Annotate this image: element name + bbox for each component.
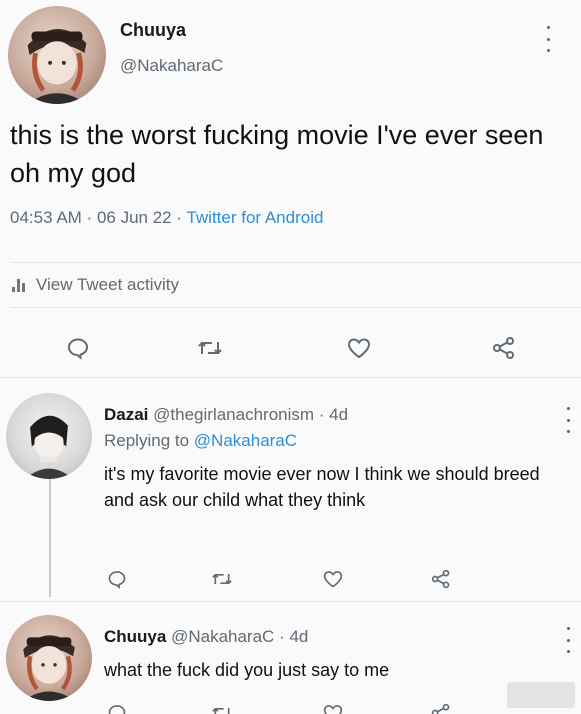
tweet-action-bar — [0, 328, 581, 368]
meta-separator: · — [314, 405, 330, 424]
avatar[interactable] — [8, 6, 106, 104]
user-handle[interactable]: @thegirlanachronism — [153, 405, 314, 424]
user-handle[interactable]: @NakaharaC — [120, 56, 223, 76]
like-icon[interactable] — [317, 563, 349, 595]
watermark — [507, 682, 575, 708]
activity-label: View Tweet activity — [36, 275, 179, 294]
avatar-illustration — [27, 29, 87, 104]
like-icon[interactable] — [339, 328, 379, 368]
display-name[interactable]: Chuuya — [104, 627, 166, 646]
display-name[interactable]: Chuuya — [120, 20, 186, 41]
retweet-icon[interactable] — [206, 563, 238, 595]
reply-icon[interactable] — [101, 563, 133, 595]
reply-tweet[interactable]: Dazai @thegirlanachronism · 4d Replying … — [0, 379, 581, 602]
avatar-illustration — [24, 415, 74, 479]
tweet-text: this is the worst fucking movie I've eve… — [10, 120, 544, 188]
reply-tweet[interactable]: Chuuya @NakaharaC · 4d what the fuck did… — [0, 603, 581, 714]
tweet-date: 06 Jun 22 — [96, 208, 172, 227]
reply-text: it's my favorite movie ever now I think … — [104, 464, 540, 510]
avatar[interactable] — [6, 615, 92, 701]
reply-age: 4d — [329, 405, 349, 424]
replying-to: Replying to @NakaharaC — [104, 431, 297, 451]
more-options-icon[interactable] — [561, 627, 575, 653]
retweet-icon[interactable] — [190, 328, 230, 368]
tweet-meta: 04:53 AM · 06 Jun 22 · Twitter for Andro… — [10, 208, 323, 228]
more-options-icon[interactable] — [541, 26, 555, 52]
reply-header: Chuuya @NakaharaC · 4d — [104, 627, 308, 647]
retweet-icon[interactable] — [206, 697, 238, 714]
replying-handle-link[interactable]: @NakaharaC — [194, 431, 297, 450]
meta-separator: · — [171, 208, 187, 227]
user-handle[interactable]: @NakaharaC — [171, 627, 274, 646]
share-icon[interactable] — [425, 563, 457, 595]
reply-text: what the fuck did you just say to me — [104, 660, 390, 680]
reply-action-bar — [0, 697, 581, 714]
tweet-thread-page: Chuuya @NakaharaC this is the worst fuck… — [0, 0, 581, 714]
main-tweet: Chuuya @NakaharaC this is the worst fuck… — [0, 0, 581, 378]
share-icon[interactable] — [425, 697, 457, 714]
reply-icon[interactable] — [58, 328, 98, 368]
reply-header: Dazai @thegirlanachronism · 4d — [104, 405, 348, 425]
like-icon[interactable] — [317, 697, 349, 714]
avatar-illustration — [23, 635, 75, 701]
share-icon[interactable] — [484, 328, 524, 368]
more-options-icon[interactable] — [561, 407, 575, 433]
tweet-source-link[interactable]: Twitter for Android — [186, 208, 323, 227]
view-tweet-activity[interactable]: View Tweet activity — [10, 262, 581, 308]
reply-age: 4d — [289, 627, 309, 646]
bar-chart-icon — [12, 278, 28, 292]
meta-separator: · — [81, 208, 97, 227]
reply-icon[interactable] — [101, 697, 133, 714]
tweet-time: 04:53 AM — [10, 208, 82, 227]
meta-separator: · — [274, 627, 290, 646]
avatar[interactable] — [6, 393, 92, 479]
replying-label: Replying to — [104, 431, 190, 450]
reply-action-bar — [0, 563, 581, 595]
display-name[interactable]: Dazai — [104, 405, 148, 424]
